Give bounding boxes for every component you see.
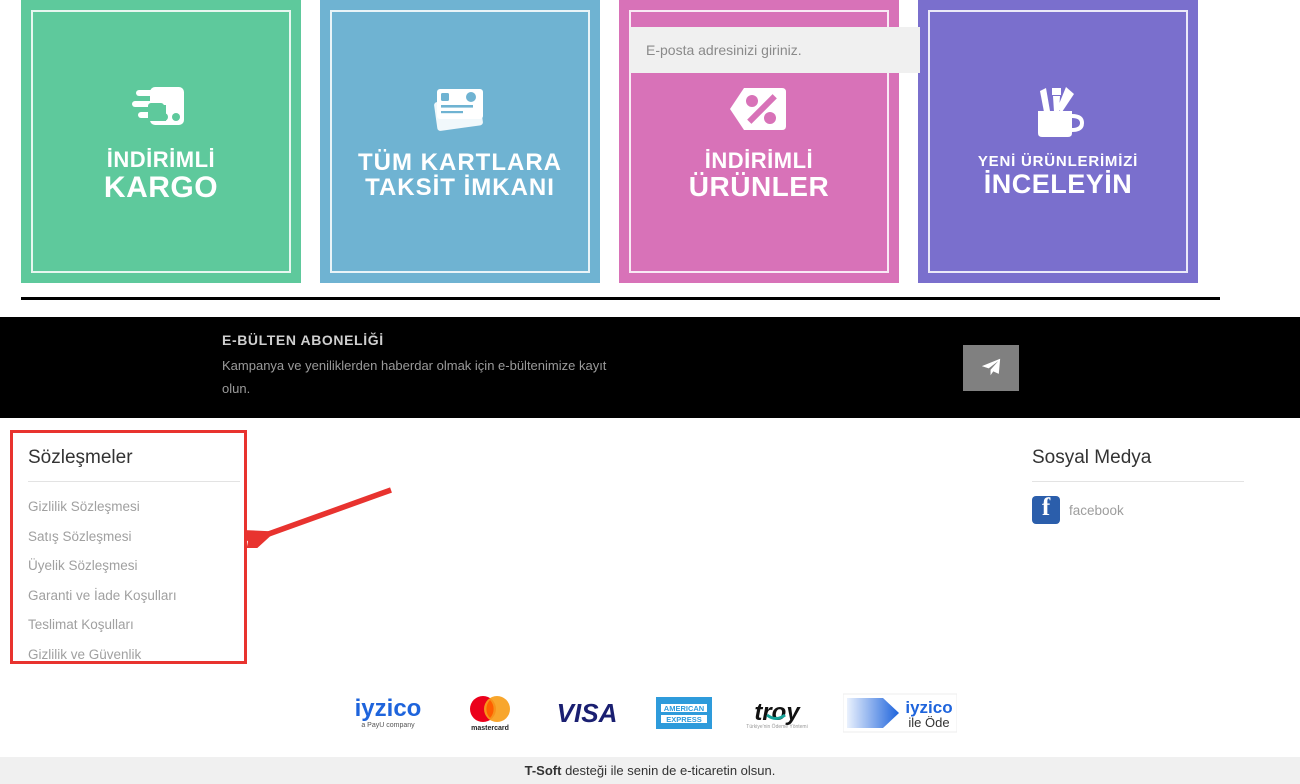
- payment-logo-american-express: AMERICAN EXPRESS: [655, 693, 713, 733]
- banner-caption: YENİ ÜRÜNLERİMİZİ İNCELEYİN: [977, 152, 1139, 199]
- svg-text:mastercard: mastercard: [471, 725, 509, 732]
- promo-banner-installments[interactable]: TÜM KARTLARA TAKSİT İMKANI: [320, 0, 600, 283]
- banner-line-2: KARGO: [103, 170, 219, 204]
- svg-text:Türkiye'nin Ödeme Yöntemi: Türkiye'nin Ödeme Yöntemi: [746, 723, 807, 730]
- footer-credit-text: T-Soft desteği ile senin de e-ticaretin …: [525, 763, 776, 778]
- payment-logo-visa: VISA: [547, 696, 627, 730]
- svg-text:VISA: VISA: [557, 698, 618, 728]
- footer-link-privacy-security[interactable]: Gizlilik ve Güvenlik: [28, 640, 240, 670]
- facebook-icon: [1032, 494, 1060, 524]
- payment-logos-row: iyzico a PayU company mastercard VISA AM…: [0, 692, 1300, 734]
- paper-plane-icon: [980, 356, 1002, 381]
- payment-logo-troy: troy Türkiye'nin Ödeme Yöntemi: [741, 695, 815, 731]
- newsletter-description: Kampanya ve yeniliklerden haberdar olmak…: [222, 358, 607, 396]
- footer-heading-social: Sosyal Medya: [1032, 447, 1244, 482]
- page-root: İNDİRİMLİ KARGO TÜM KARTLARA TAKSİT İMKA…: [0, 0, 1300, 784]
- footer-credit-brand: T-Soft: [524, 763, 562, 778]
- banner-line-1: YENİ ÜRÜNLERİMİZİ: [977, 152, 1139, 170]
- footer-link-membership-agreement[interactable]: Üyelik Sözleşmesi: [28, 551, 240, 581]
- svg-text:a PayU company: a PayU company: [361, 722, 415, 729]
- footer-bottom-bar: T-Soft desteği ile senin de e-ticaretin …: [0, 757, 1300, 784]
- payment-logo-iyzico: iyzico a PayU company: [343, 694, 433, 732]
- newsletter-text-block: E-BÜLTEN ABONELİĞİ Kampanya ve yenilikle…: [222, 332, 617, 400]
- banner-line-1: İNDİRİMLİ: [106, 147, 216, 173]
- newsletter-title: E-BÜLTEN ABONELİĞİ: [222, 332, 384, 348]
- footer-credit-suffix: desteği ile senin de e-ticaretin olsun.: [561, 763, 776, 778]
- promo-banner-row: İNDİRİMLİ KARGO TÜM KARTLARA TAKSİT İMKA…: [21, 0, 1201, 283]
- banner-caption: İNDİRİMLİ KARGO: [104, 148, 218, 203]
- banner-caption: İNDİRİMLİ ÜRÜNLER: [688, 147, 830, 202]
- svg-text:ile Öde: ile Öde: [908, 715, 949, 730]
- banner-inner-frame: [31, 10, 291, 273]
- footer-link-delivery-terms[interactable]: Teslimat Koşulları: [28, 610, 240, 640]
- brush-cup-icon: [1028, 85, 1088, 146]
- banner-line-2: İNCELEYİN: [983, 168, 1133, 199]
- social-label-facebook: facebook: [1069, 502, 1124, 518]
- banner-line-2: ÜRÜNLER: [688, 170, 830, 202]
- newsletter-submit-button[interactable]: [963, 345, 1019, 391]
- svg-text:EXPRESS: EXPRESS: [666, 715, 701, 724]
- banner-line-1: TÜM KARTLARA: [358, 148, 562, 176]
- section-divider: [21, 297, 1220, 300]
- credit-cards-icon: [427, 83, 493, 142]
- footer-heading-agreements: Sözleşmeler: [28, 447, 240, 482]
- svg-text:iyzico: iyzico: [355, 695, 422, 722]
- footer-link-sales-agreement[interactable]: Satış Sözleşmesi: [28, 522, 240, 552]
- payment-logo-iyzico-ile-ode: iyzico ile Öde: [843, 692, 957, 734]
- banner-line-2: TAKSİT İMKANI: [365, 174, 555, 201]
- newsletter-email-input[interactable]: [630, 27, 920, 73]
- promo-banner-discounted-shipping[interactable]: İNDİRİMLİ KARGO: [21, 0, 301, 283]
- footer-column-agreements: Sözleşmeler Gizlilik Sözleşmesi Satış Sö…: [28, 447, 240, 669]
- annotation-arrow-icon: [245, 487, 392, 548]
- footer-link-privacy-agreement[interactable]: Gizlilik Sözleşmesi: [28, 492, 240, 522]
- footer-link-warranty-return[interactable]: Garanti ve İade Koşulları: [28, 581, 240, 611]
- social-link-facebook[interactable]: facebook: [1032, 492, 1244, 524]
- svg-text:troy: troy: [754, 699, 801, 726]
- svg-text:AMERICAN: AMERICAN: [664, 704, 704, 713]
- discount-percent-tag-icon: [728, 82, 790, 141]
- banner-line-1: İNDİRİMLİ: [704, 147, 814, 173]
- payment-logo-mastercard: mastercard: [461, 693, 519, 733]
- cargo-truck-icon: [130, 79, 192, 140]
- banner-caption: TÜM KARTLARA TAKSİT İMKANI: [358, 148, 562, 201]
- newsletter-section: E-BÜLTEN ABONELİĞİ Kampanya ve yenilikle…: [0, 317, 1300, 418]
- footer-column-social: Sosyal Medya facebook: [1032, 447, 1244, 524]
- promo-banner-new-products[interactable]: YENİ ÜRÜNLERİMİZİ İNCELEYİN: [918, 0, 1198, 283]
